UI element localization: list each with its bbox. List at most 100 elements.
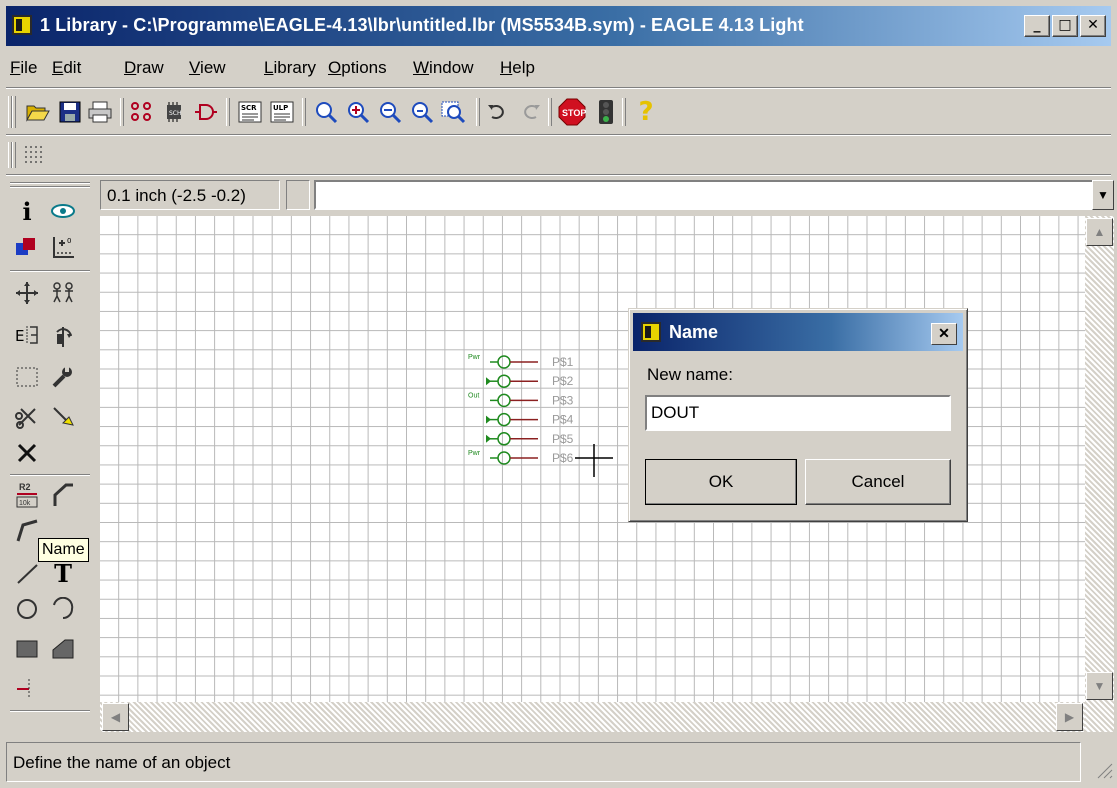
copy-icon[interactable] bbox=[46, 276, 80, 310]
mark-icon[interactable]: 0 bbox=[46, 230, 80, 264]
show-icon[interactable] bbox=[46, 194, 80, 228]
coordinate-display: 0.1 inch (-2.5 -0.2) bbox=[100, 180, 280, 210]
open-icon[interactable] bbox=[24, 98, 52, 126]
pin-label: P$3 bbox=[552, 393, 574, 407]
maximize-button[interactable]: □ bbox=[1052, 15, 1078, 37]
svg-text:E: E bbox=[15, 327, 24, 345]
menu-edit[interactable]: Edit bbox=[52, 58, 81, 78]
scroll-down-button[interactable]: ▼ bbox=[1086, 672, 1113, 700]
move-icon[interactable] bbox=[10, 276, 44, 310]
arc-icon[interactable] bbox=[46, 592, 80, 626]
svg-text:SCH: SCH bbox=[169, 110, 182, 117]
help-icon[interactable]: ? bbox=[632, 97, 660, 127]
info-icon[interactable]: i bbox=[10, 194, 44, 228]
toolbar-separator-6 bbox=[622, 98, 626, 126]
undo-icon[interactable] bbox=[484, 98, 512, 126]
svg-text:10k: 10k bbox=[19, 500, 31, 507]
eagle-app-icon[interactable] bbox=[12, 15, 32, 35]
dialog-close-button[interactable]: ✕ bbox=[931, 323, 957, 345]
redo-icon[interactable] bbox=[516, 98, 544, 126]
command-input[interactable] bbox=[314, 180, 1094, 210]
command-history-dropdown[interactable]: ▼ bbox=[1092, 180, 1114, 210]
pin-label: P$6 bbox=[552, 451, 574, 465]
stop-icon[interactable]: STOP bbox=[558, 98, 586, 126]
svg-text:R2: R2 bbox=[19, 482, 31, 492]
main-toolbar: SCH SCR ULP STOP ? bbox=[6, 92, 1111, 132]
group-icon[interactable] bbox=[10, 360, 44, 394]
polygon-icon[interactable] bbox=[46, 632, 80, 666]
mirror-icon[interactable]: E bbox=[10, 318, 44, 352]
scroll-up-button[interactable]: ▲ bbox=[1086, 218, 1113, 246]
resize-grip[interactable] bbox=[1084, 742, 1114, 782]
pin-origin-circle bbox=[497, 432, 511, 446]
menu-file[interactable]: File bbox=[10, 58, 37, 78]
delete-icon[interactable] bbox=[10, 436, 44, 470]
vertical-scrollbar[interactable]: ▲ ▼ bbox=[1085, 216, 1114, 732]
window-title: 1 Library - C:\Programme\EAGLE-4.13\lbr\… bbox=[40, 15, 804, 35]
print-icon[interactable] bbox=[86, 98, 114, 126]
close-button[interactable]: ✕ bbox=[1080, 15, 1106, 37]
toolbar-grip-2[interactable] bbox=[12, 96, 16, 128]
pin-origin-circle bbox=[497, 393, 511, 408]
svg-text:STOP: STOP bbox=[562, 108, 586, 118]
toolbar-separator-line bbox=[6, 134, 1111, 136]
rotate-icon[interactable] bbox=[46, 318, 80, 352]
status-bar: Define the name of an object bbox=[6, 742, 1081, 782]
chip-icon[interactable]: SCH bbox=[160, 98, 188, 126]
symbol-pins: P$1 Pwr P$2 P$3 Out P$4 P$5 P$6 Pwr bbox=[468, 354, 574, 465]
circle-icon[interactable] bbox=[10, 592, 44, 626]
toolbar-separator-2 bbox=[226, 98, 230, 126]
scroll-left-button[interactable]: ◀ bbox=[102, 703, 129, 731]
cancel-button[interactable]: Cancel bbox=[805, 459, 951, 505]
new-name-label: New name: bbox=[647, 365, 733, 384]
chevron-down-icon: ▼ bbox=[1097, 188, 1109, 202]
paste-icon[interactable] bbox=[46, 400, 80, 434]
pin-origin-circle bbox=[497, 374, 511, 388]
zoom-fit-icon[interactable] bbox=[312, 98, 340, 126]
minimize-button[interactable]: _ bbox=[1024, 15, 1050, 37]
save-icon[interactable] bbox=[56, 98, 84, 126]
mode-indicator bbox=[286, 180, 310, 210]
symbol-icon[interactable] bbox=[192, 98, 220, 126]
zoom-redraw-icon[interactable] bbox=[408, 98, 436, 126]
tool-panel-grip[interactable] bbox=[10, 182, 90, 184]
pin-icon[interactable] bbox=[10, 670, 44, 704]
menu-help[interactable]: Help bbox=[500, 58, 535, 78]
tool-panel-grip-2[interactable] bbox=[10, 186, 90, 188]
name-dialog: Name ✕ New name: OK Cancel bbox=[628, 308, 968, 522]
grid-icon[interactable] bbox=[20, 141, 48, 169]
script-icon[interactable]: SCR bbox=[236, 98, 264, 126]
menu-view[interactable]: View bbox=[189, 58, 226, 78]
toolbar2-grip-2[interactable] bbox=[12, 142, 16, 168]
package-icon[interactable] bbox=[128, 98, 156, 126]
name-value-icon[interactable]: R2 10k bbox=[10, 478, 44, 512]
cut-icon[interactable] bbox=[10, 400, 44, 434]
pin-direction-tag: Pwr bbox=[468, 354, 481, 361]
dialog-title-bar[interactable]: Name ✕ bbox=[633, 313, 963, 351]
layer-icon[interactable] bbox=[10, 230, 44, 264]
new-name-input[interactable] bbox=[645, 395, 951, 431]
eagle-window: 1 Library - C:\Programme\EAGLE-4.13\lbr\… bbox=[0, 0, 1117, 788]
pin-direction-tag: Out bbox=[468, 392, 479, 399]
tooltip: Name bbox=[38, 538, 89, 562]
title-bar[interactable]: 1 Library - C:\Programme\EAGLE-4.13\lbr\… bbox=[6, 6, 1111, 46]
zoom-in-icon[interactable] bbox=[344, 98, 372, 126]
scroll-right-button[interactable]: ▶ bbox=[1056, 703, 1083, 731]
tool-separator-2 bbox=[10, 474, 90, 476]
menu-options[interactable]: Options bbox=[328, 58, 387, 78]
pin-direction-tag: Pwr bbox=[468, 450, 481, 457]
menu-draw[interactable]: Draw bbox=[124, 58, 164, 78]
ok-button[interactable]: OK bbox=[645, 459, 797, 505]
zoom-select-icon[interactable] bbox=[440, 98, 468, 126]
horizontal-scrollbar[interactable]: ◀ ▶ bbox=[100, 702, 1085, 732]
rect-icon[interactable] bbox=[10, 632, 44, 666]
toolbar-separator-3 bbox=[302, 98, 306, 126]
ulp-icon[interactable]: ULP bbox=[268, 98, 296, 126]
miter-icon[interactable] bbox=[46, 478, 80, 512]
change-icon[interactable] bbox=[46, 360, 80, 394]
menu-window[interactable]: Window bbox=[413, 58, 473, 78]
eagle-dialog-icon bbox=[641, 322, 661, 342]
menu-library[interactable]: Library bbox=[264, 58, 316, 78]
zoom-out-icon[interactable] bbox=[376, 98, 404, 126]
go-icon[interactable] bbox=[592, 98, 620, 126]
